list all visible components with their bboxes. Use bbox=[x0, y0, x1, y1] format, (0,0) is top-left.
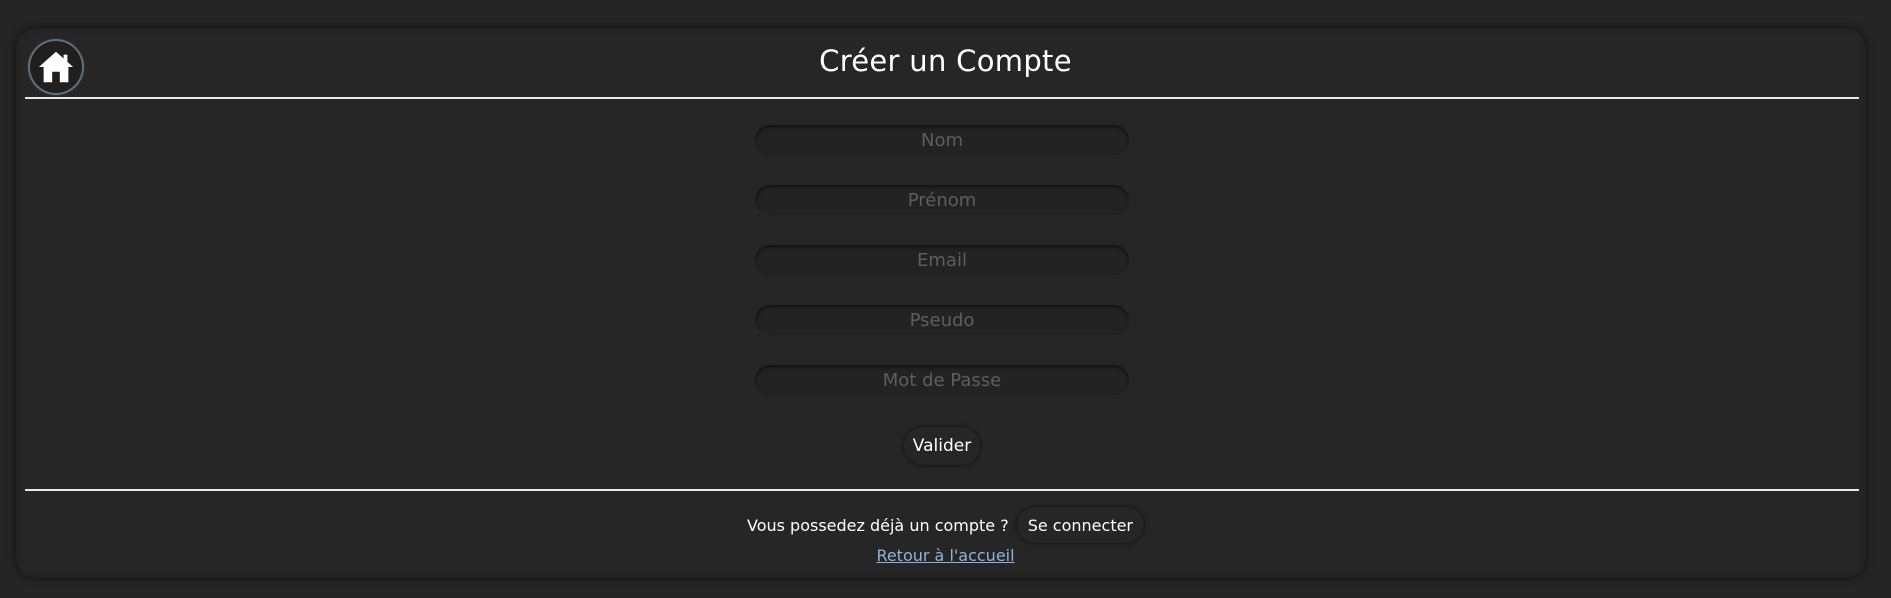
page-title: Créer un Compte bbox=[819, 44, 1072, 78]
pseudo-input[interactable] bbox=[755, 305, 1129, 335]
signup-card bbox=[16, 28, 1866, 578]
prenom-input[interactable] bbox=[755, 185, 1129, 215]
login-prompt: Vous possedez déjà un compte ? Se connec… bbox=[0, 507, 1891, 543]
login-button[interactable]: Se connecter bbox=[1016, 507, 1145, 543]
back-link-container: Retour à l'accueil bbox=[0, 546, 1891, 565]
submit-button[interactable]: Valider bbox=[904, 427, 980, 465]
back-home-link[interactable]: Retour à l'accueil bbox=[876, 546, 1014, 565]
nom-input[interactable] bbox=[755, 125, 1129, 155]
footer-divider bbox=[25, 489, 1859, 491]
email-input[interactable] bbox=[755, 245, 1129, 275]
password-input[interactable] bbox=[755, 365, 1129, 395]
header-divider bbox=[25, 97, 1859, 99]
login-question: Vous possedez déjà un compte ? bbox=[746, 515, 1009, 535]
